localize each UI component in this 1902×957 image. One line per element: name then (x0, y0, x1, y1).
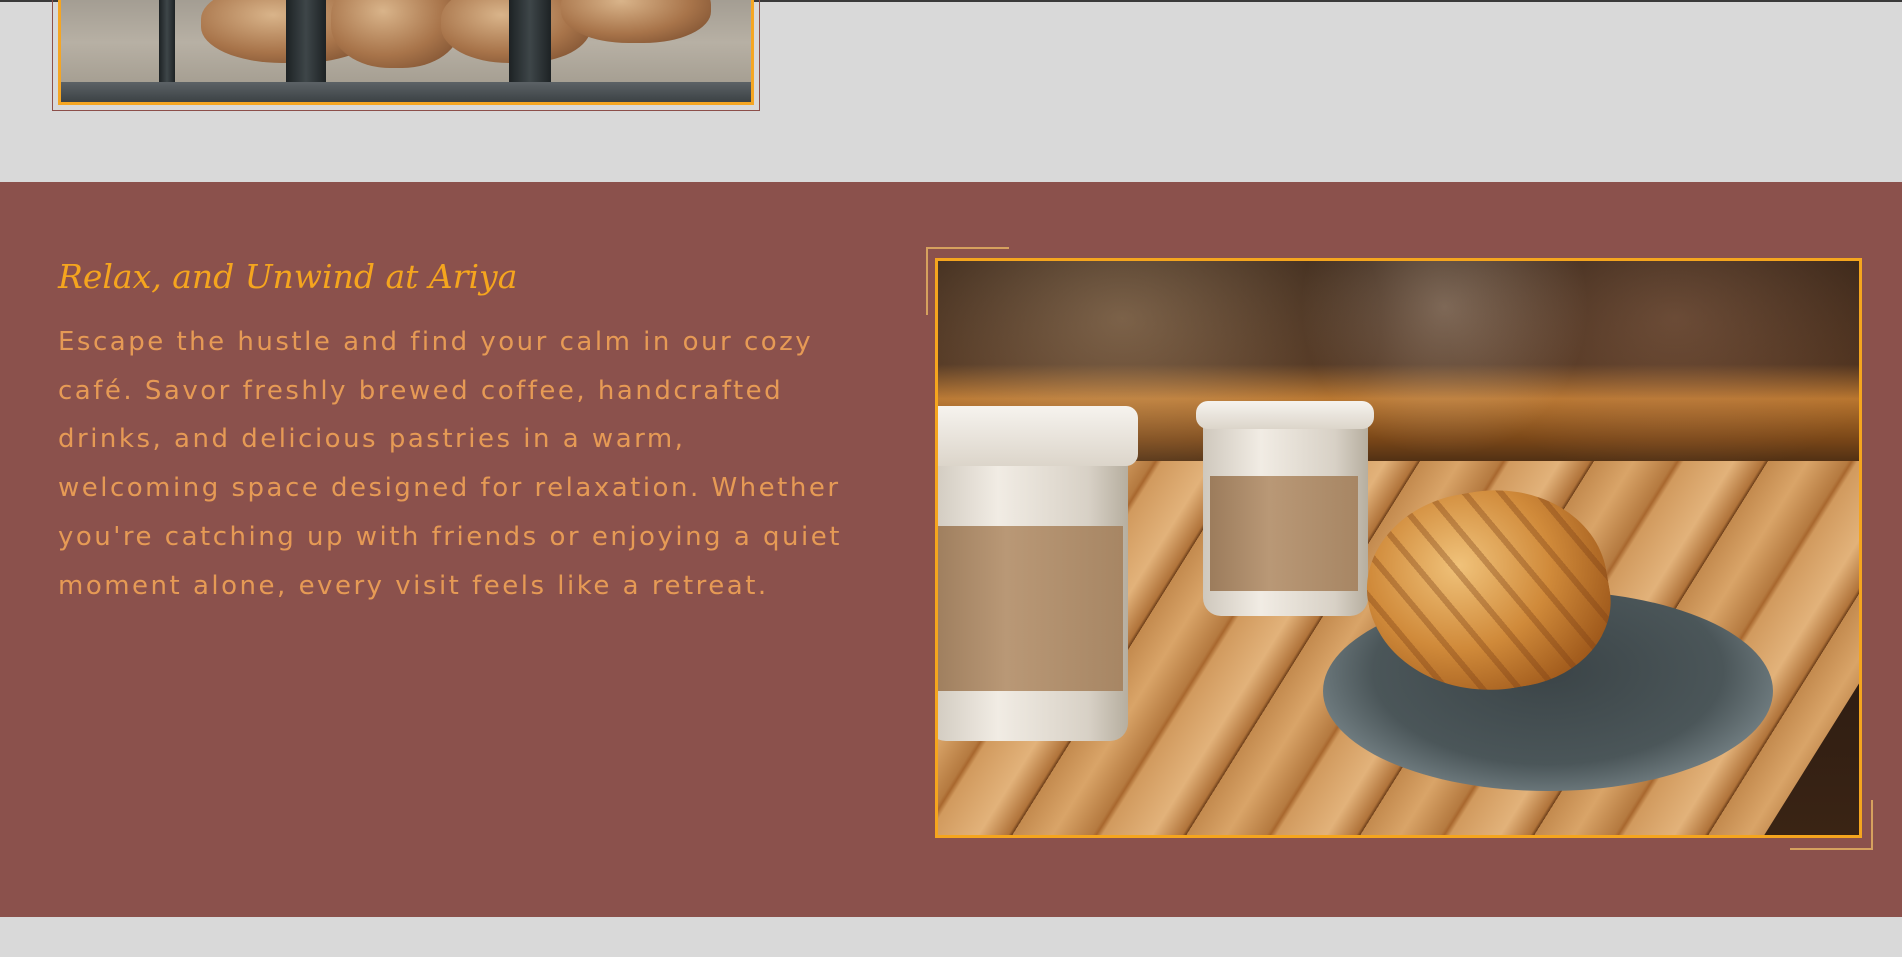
display-bar (509, 0, 551, 93)
feature-title: Relax, and Unwind at Ariya (58, 257, 518, 296)
frame-corner-top-left (926, 247, 1009, 249)
cup-sleeve (938, 526, 1123, 691)
pastry-display-image (58, 0, 754, 105)
display-bar (159, 0, 175, 93)
relax-feature-section: Relax, and Unwind at Ariya Escape the hu… (0, 182, 1902, 917)
frame-corner-top-left (926, 247, 928, 315)
frame-corner-bottom-right (1790, 848, 1873, 850)
cup-sleeve (1210, 476, 1358, 591)
cup-lid (938, 406, 1138, 466)
coffee-croissant-image (935, 258, 1862, 838)
display-bar (286, 0, 326, 93)
frame-corner-bottom-right (1871, 800, 1873, 850)
feature-description: Escape the hustle and find your calm in … (58, 327, 842, 601)
cup-rim (1196, 401, 1374, 429)
tray-rail (61, 82, 751, 102)
